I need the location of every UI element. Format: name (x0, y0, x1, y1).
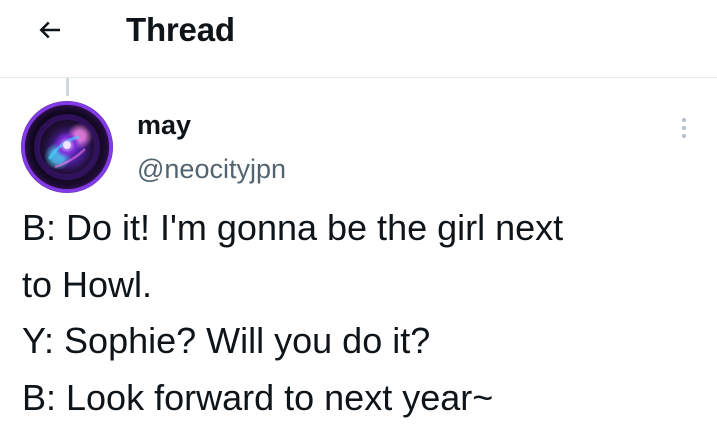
app-header: Thread (0, 0, 717, 78)
avatar-image (21, 101, 113, 193)
more-options-button[interactable] (669, 110, 699, 146)
back-button[interactable] (30, 12, 70, 52)
author-handle[interactable]: @neocityjpn (137, 154, 286, 185)
page-title: Thread (126, 11, 235, 48)
tweet-text-line: Y: Sophie? Will you do it? (22, 320, 431, 361)
arrow-left-icon (35, 15, 65, 50)
tweet-text: B: Do it! I'm gonna be the girl next to … (22, 200, 702, 426)
more-vertical-icon (682, 118, 686, 122)
tweet-text-line: B: Do it! I'm gonna be the girl next (22, 207, 564, 248)
avatar[interactable] (21, 101, 113, 193)
thread-connector-line (66, 78, 69, 96)
tweet-text-line: B: Look forward to next year~ (22, 376, 494, 418)
author-display-name[interactable]: may (137, 110, 191, 141)
tweet-text-line: to Howl. (22, 263, 153, 305)
